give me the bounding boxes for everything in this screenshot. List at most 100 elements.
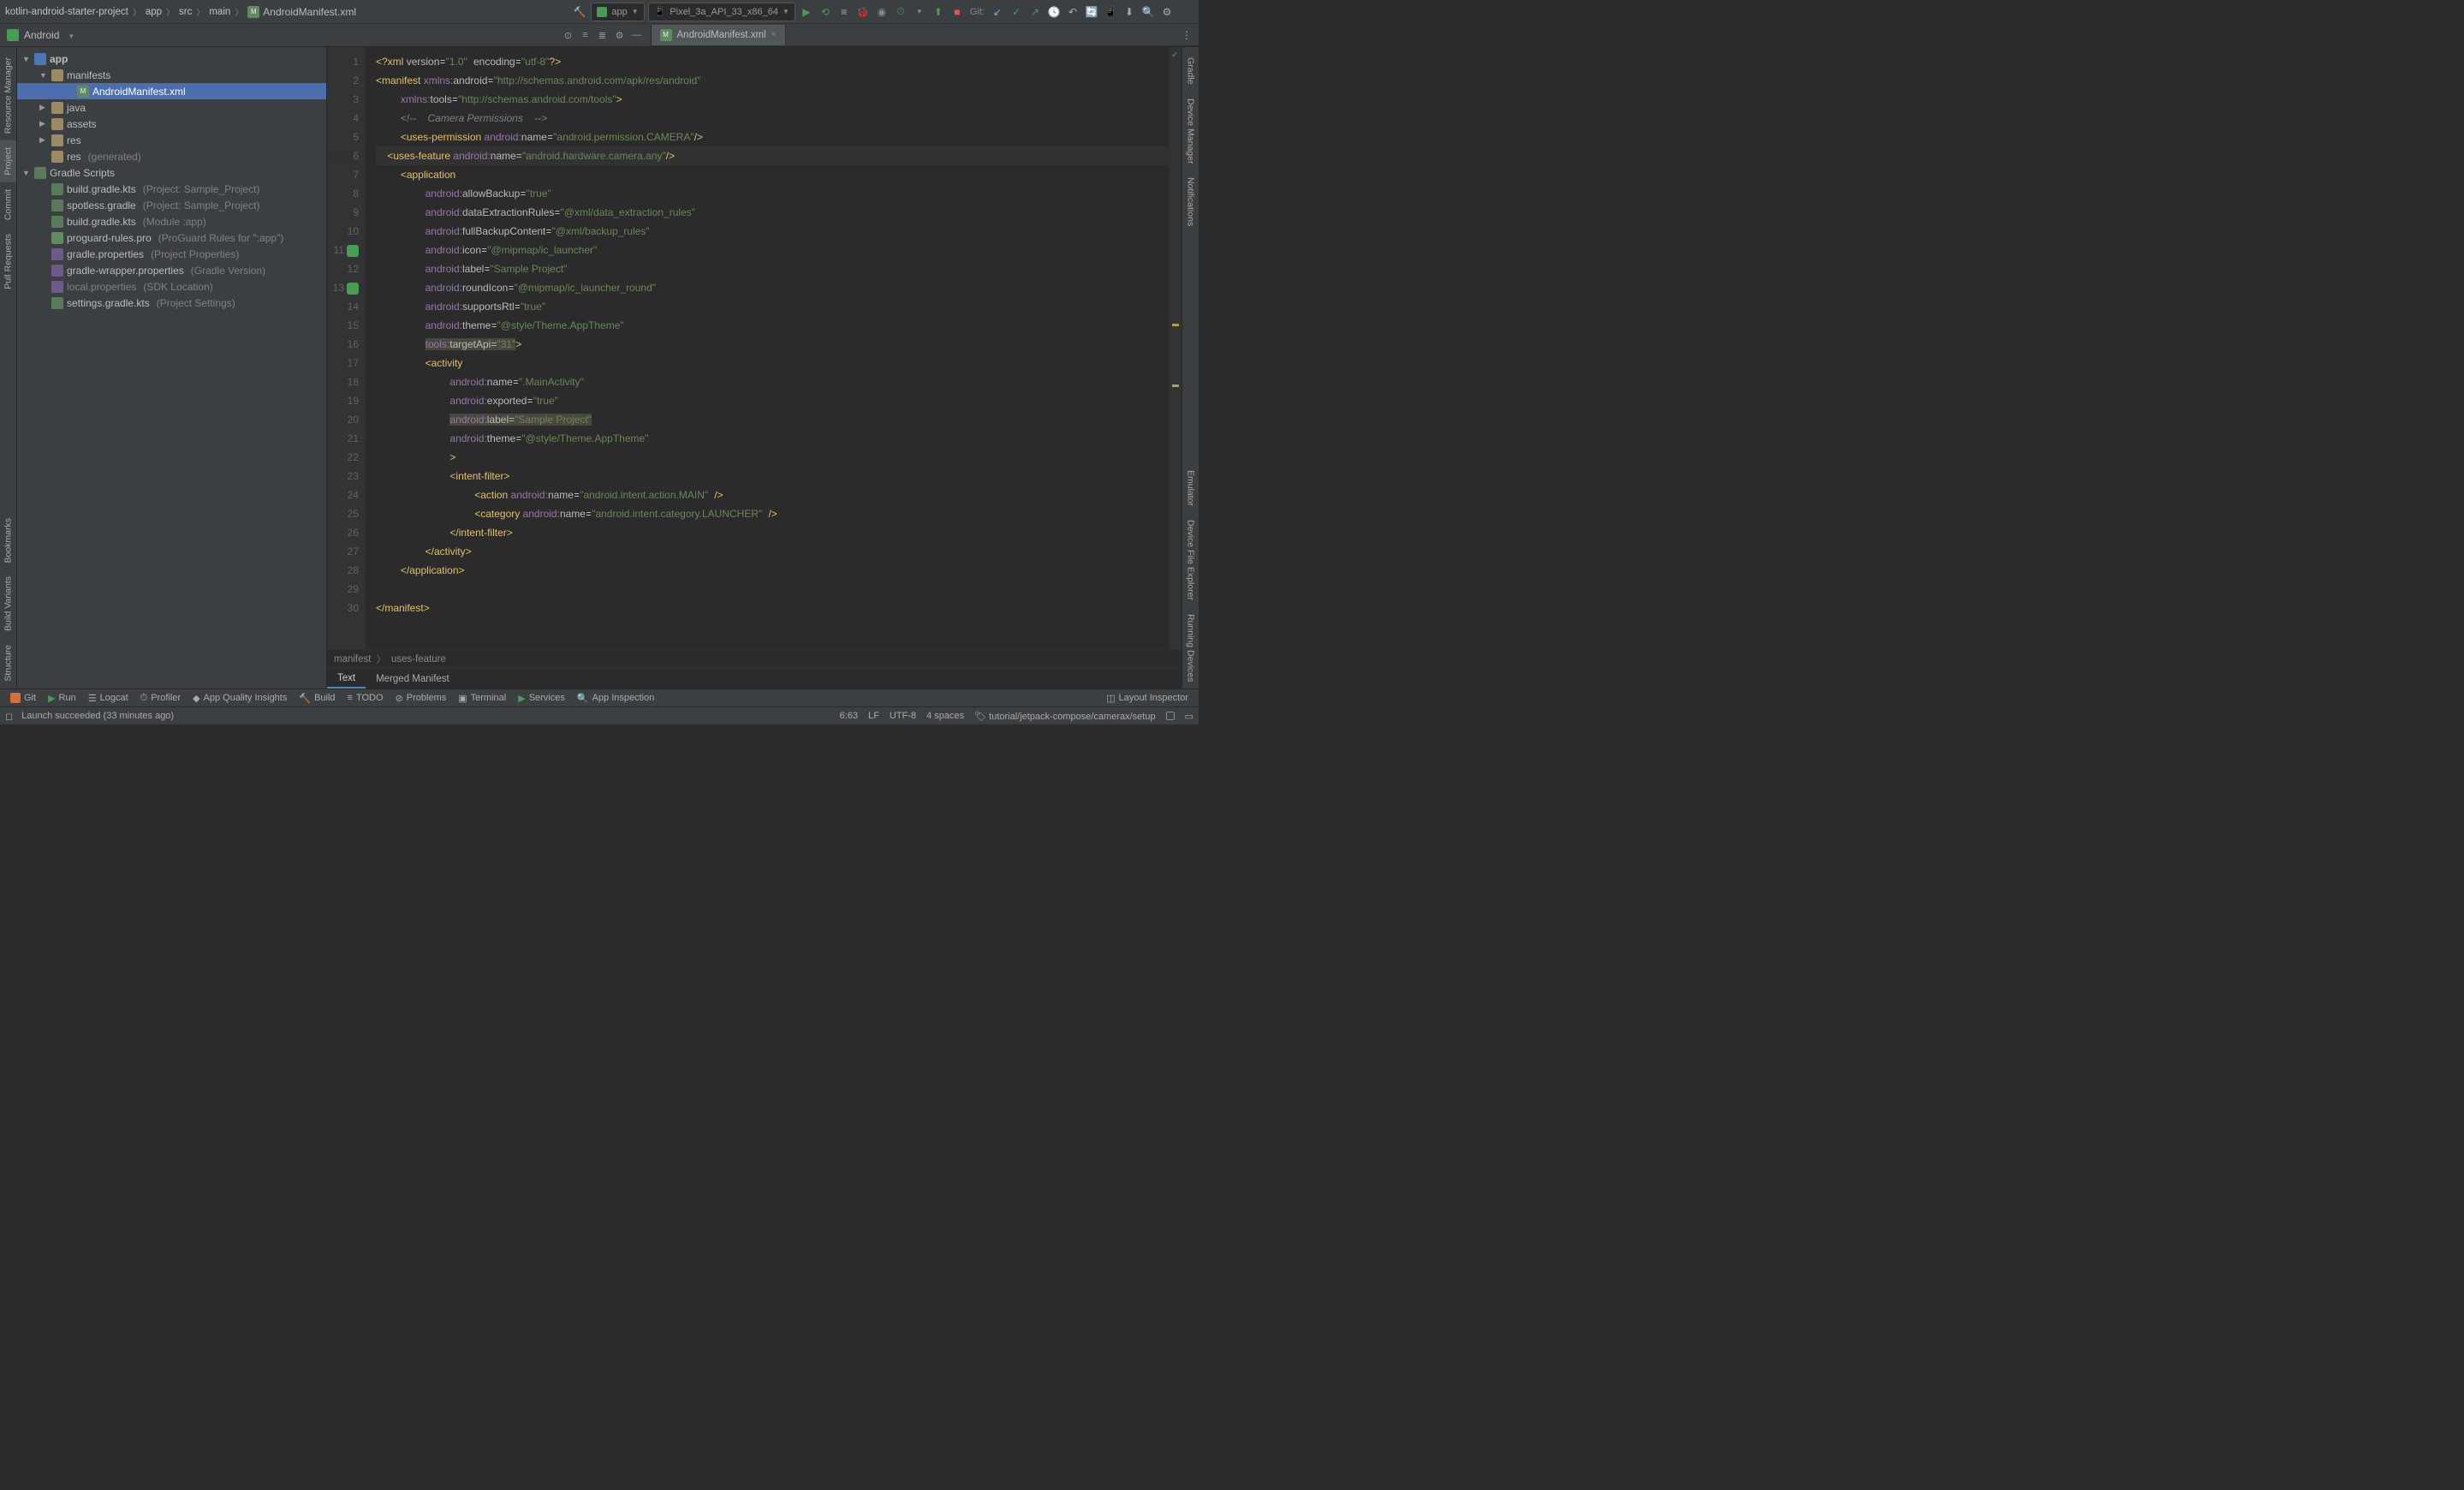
rail-running-devices[interactable]: Running Devices [1182, 607, 1199, 688]
warning-marker[interactable] [1172, 384, 1179, 387]
tw-terminal[interactable]: ▣Terminal [453, 693, 511, 704]
sdk-icon[interactable]: ⬇ [1122, 4, 1137, 20]
tw-build[interactable]: 🔨Build [294, 693, 340, 704]
stop-icon[interactable]: ■ [949, 4, 965, 20]
tw-todo[interactable]: ≡TODO [342, 693, 389, 703]
editor-tab[interactable]: M AndroidManifest.xml × [652, 25, 786, 45]
rail-gradle[interactable]: Gradle [1182, 51, 1199, 92]
tw-problems[interactable]: ⊘Problems [390, 693, 452, 704]
tw-run[interactable]: ▶Run [43, 693, 81, 704]
settings-icon[interactable]: ⚙ [1159, 4, 1175, 20]
rail-device-manager[interactable]: Device Manager [1182, 92, 1199, 170]
run-config-selector[interactable]: app ▼ [591, 3, 644, 21]
tree-node-res[interactable]: res [17, 132, 326, 148]
editor-breadcrumb-item[interactable]: manifest [334, 654, 371, 665]
tree-node[interactable]: settings.gradle.kts (Project Settings) [17, 295, 326, 311]
tree-node-assets[interactable]: assets [17, 116, 326, 132]
rail-project[interactable]: Project [0, 140, 16, 182]
commit-icon[interactable]: ✓ [1009, 4, 1024, 20]
profile-icon[interactable]: ⏱ [893, 4, 908, 20]
attach-icon[interactable]: ⬆ [931, 4, 946, 20]
tw-services[interactable]: ▶Services [513, 693, 570, 704]
window-icon[interactable]: ◻ [5, 711, 13, 722]
breadcrumb-item[interactable]: kotlin-android-starter-project [5, 7, 128, 17]
memory-indicator-icon[interactable]: ▭ [1185, 711, 1193, 722]
rail-pull-requests[interactable]: Pull Requests [0, 227, 16, 296]
tree-node-manifest-file[interactable]: M AndroidManifest.xml [17, 83, 326, 99]
update-project-icon[interactable]: ↙ [990, 4, 1005, 20]
rail-structure[interactable]: Structure [0, 638, 16, 688]
rail-device-file-explorer[interactable]: Device File Explorer [1182, 513, 1199, 607]
launcher-gutter-icon[interactable] [347, 245, 359, 257]
gutter[interactable]: 12345 6 78910 11 12 13 14151617181920 21… [327, 47, 366, 649]
lock-icon[interactable] [1166, 712, 1175, 720]
tw-app-quality[interactable]: ◆App Quality Insights [187, 693, 292, 704]
project-tree[interactable]: app manifests M AndroidManifest.xml java… [17, 47, 327, 688]
avd-icon[interactable]: 📱 [1103, 4, 1118, 20]
run-icon[interactable]: ▶ [799, 4, 814, 20]
tree-node-manifests[interactable]: manifests [17, 67, 326, 83]
rail-emulator[interactable]: Emulator [1182, 463, 1199, 513]
rollback-icon[interactable]: ↶ [1065, 4, 1080, 20]
tree-hint: (generated) [88, 151, 141, 163]
tree-node[interactable]: build.gradle.kts (Module :app) [17, 213, 326, 229]
more-tabs-icon[interactable]: ⋮ [1175, 29, 1199, 41]
attach-debugger-dropdown[interactable]: ▼ [912, 4, 927, 20]
debug-icon[interactable]: 🐞 [855, 4, 871, 20]
sync-icon[interactable]: 🔄 [1084, 4, 1099, 20]
tw-layout-inspector[interactable]: ◫Layout Inspector [1101, 693, 1193, 704]
tree-node[interactable]: spotless.gradle (Project: Sample_Project… [17, 197, 326, 213]
hide-icon[interactable]: — [630, 28, 644, 42]
rail-bookmarks[interactable]: Bookmarks [0, 511, 16, 570]
tree-node-res-gen[interactable]: res (generated) [17, 148, 326, 164]
breadcrumb-item[interactable]: app [146, 7, 162, 17]
editor-breadcrumb-item[interactable]: uses-feature [391, 654, 446, 665]
tree-node[interactable]: build.gradle.kts (Project: Sample_Projec… [17, 181, 326, 197]
launcher-gutter-icon[interactable] [347, 283, 359, 295]
tw-app-inspection[interactable]: 🔍App Inspection [572, 693, 659, 704]
project-view-selector[interactable]: Android [0, 29, 562, 41]
hammer-icon[interactable]: 🔨 [572, 4, 587, 20]
inspection-strip[interactable]: ✓ [1170, 47, 1181, 649]
indent-setting[interactable]: 4 spaces [926, 711, 964, 721]
tree-node[interactable]: local.properties (SDK Location) [17, 278, 326, 295]
rail-resource-manager[interactable]: Resource Manager [0, 51, 16, 140]
tree-node[interactable]: proguard-rules.pro (ProGuard Rules for "… [17, 229, 326, 246]
apply-changes-icon[interactable]: ⟲ [818, 4, 833, 20]
target-icon[interactable]: ⊙ [562, 28, 575, 42]
git-branch[interactable]: 🏷 tutorial/jetpack-compose/camerax/setup [974, 711, 1155, 722]
device-selector[interactable]: 📱 Pixel_3a_API_33_x86_64 ▼ [648, 3, 795, 21]
coverage-icon[interactable]: ◉ [874, 4, 890, 20]
tree-node[interactable]: gradle.properties (Project Properties) [17, 246, 326, 262]
history-icon[interactable]: 🕓 [1046, 4, 1062, 20]
tw-git[interactable]: Git [5, 693, 41, 703]
search-icon[interactable]: 🔍 [1140, 4, 1156, 20]
apply-code-icon[interactable]: ≡ [836, 4, 852, 20]
tw-profiler[interactable]: ⏱Profiler [135, 693, 186, 704]
gear-icon[interactable]: ⚙ [613, 28, 627, 42]
line-separator[interactable]: LF [868, 711, 879, 721]
tree-node[interactable]: gradle-wrapper.properties (Gradle Versio… [17, 262, 326, 278]
breadcrumb-item[interactable]: src [179, 7, 192, 17]
tab-merged-manifest[interactable]: Merged Manifest [366, 670, 460, 688]
rail-notifications[interactable]: Notifications [1182, 170, 1199, 233]
close-icon[interactable]: × [771, 30, 777, 39]
breadcrumb-item[interactable]: main [209, 7, 230, 17]
tree-node-java[interactable]: java [17, 99, 326, 116]
tree-node-app[interactable]: app [17, 51, 326, 67]
tw-logcat[interactable]: ☰Logcat [83, 693, 134, 704]
file-encoding[interactable]: UTF-8 [890, 711, 916, 721]
avatar[interactable] [1178, 4, 1193, 20]
code-area[interactable]: <?xml version="1.0" encoding="utf-8"?> <… [366, 47, 1170, 649]
breadcrumb-item[interactable]: M AndroidManifest.xml [247, 6, 356, 18]
push-icon[interactable]: ↗ [1027, 4, 1043, 20]
rail-build-variants[interactable]: Build Variants [0, 569, 16, 638]
tree-node-gradle-scripts[interactable]: Gradle Scripts [17, 164, 326, 181]
caret-position[interactable]: 6:63 [840, 711, 858, 721]
expand-icon[interactable]: ≡ [579, 28, 592, 42]
collapse-icon[interactable]: ≣ [596, 28, 610, 42]
rail-commit[interactable]: Commit [0, 182, 16, 227]
warning-marker[interactable] [1172, 324, 1179, 326]
tab-text[interactable]: Text [327, 670, 366, 688]
editor-body[interactable]: 12345 6 78910 11 12 13 14151617181920 21… [327, 47, 1181, 649]
